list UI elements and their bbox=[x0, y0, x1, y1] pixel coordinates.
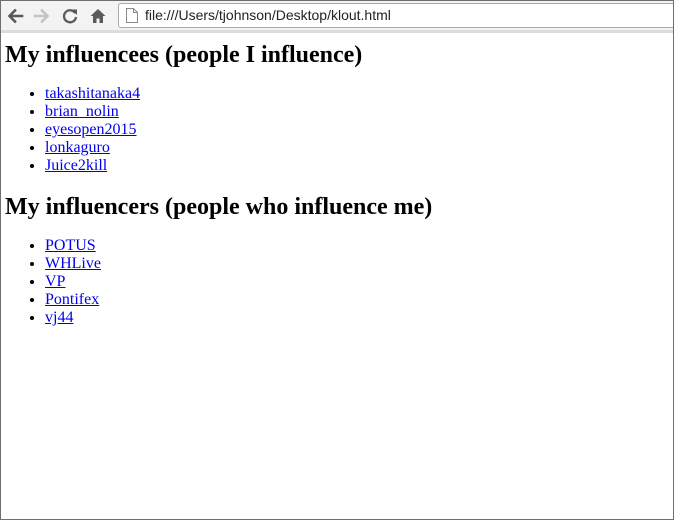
influencee-link[interactable]: lonkaguro bbox=[45, 139, 110, 156]
home-icon bbox=[90, 9, 106, 23]
influencees-list: takashitanaka4 brian_nolin eyesopen2015 … bbox=[5, 85, 669, 175]
influencee-link[interactable]: eyesopen2015 bbox=[45, 121, 137, 138]
browser-toolbar: file:///Users/tjohnson/Desktop/klout.htm… bbox=[1, 1, 673, 33]
influencees-heading: My influencees (people I influence) bbox=[5, 42, 363, 68]
list-item: WHLive bbox=[45, 255, 669, 273]
reload-button[interactable] bbox=[59, 5, 81, 27]
browser-window: file:///Users/tjohnson/Desktop/klout.htm… bbox=[0, 0, 674, 520]
influencee-link[interactable]: brian_nolin bbox=[45, 103, 119, 120]
influencee-link[interactable]: Juice2kill bbox=[45, 157, 107, 174]
url-text[interactable]: file:///Users/tjohnson/Desktop/klout.htm… bbox=[145, 7, 391, 23]
list-item: POTUS bbox=[45, 237, 669, 255]
list-item: brian_nolin bbox=[45, 103, 669, 121]
list-item: VP bbox=[45, 273, 669, 291]
influencer-link[interactable]: vj44 bbox=[45, 309, 73, 326]
list-item: Juice2kill bbox=[45, 157, 669, 175]
list-item: Pontifex bbox=[45, 291, 669, 309]
reload-icon bbox=[62, 9, 78, 24]
influencer-link[interactable]: WHLive bbox=[45, 255, 101, 272]
influencer-link[interactable]: Pontifex bbox=[45, 291, 99, 308]
influencers-list: POTUS WHLive VP Pontifex vj44 bbox=[5, 237, 669, 327]
home-button[interactable] bbox=[87, 5, 109, 27]
forward-arrow-icon bbox=[33, 8, 50, 24]
address-bar[interactable]: file:///Users/tjohnson/Desktop/klout.htm… bbox=[118, 3, 673, 28]
page-icon bbox=[126, 8, 138, 23]
influencers-heading: My influencers (people who influence me) bbox=[5, 194, 433, 220]
page-content: My influencees (people I influence) taka… bbox=[1, 33, 673, 519]
back-arrow-icon bbox=[7, 8, 24, 24]
back-button[interactable] bbox=[4, 5, 26, 27]
influencer-link[interactable]: VP bbox=[45, 273, 65, 290]
forward-button[interactable] bbox=[31, 5, 53, 27]
list-item: eyesopen2015 bbox=[45, 121, 669, 139]
list-item: takashitanaka4 bbox=[45, 85, 669, 103]
influencer-link[interactable]: POTUS bbox=[45, 237, 96, 254]
list-item: lonkaguro bbox=[45, 139, 669, 157]
list-item: vj44 bbox=[45, 309, 669, 327]
influencee-link[interactable]: takashitanaka4 bbox=[45, 85, 140, 102]
